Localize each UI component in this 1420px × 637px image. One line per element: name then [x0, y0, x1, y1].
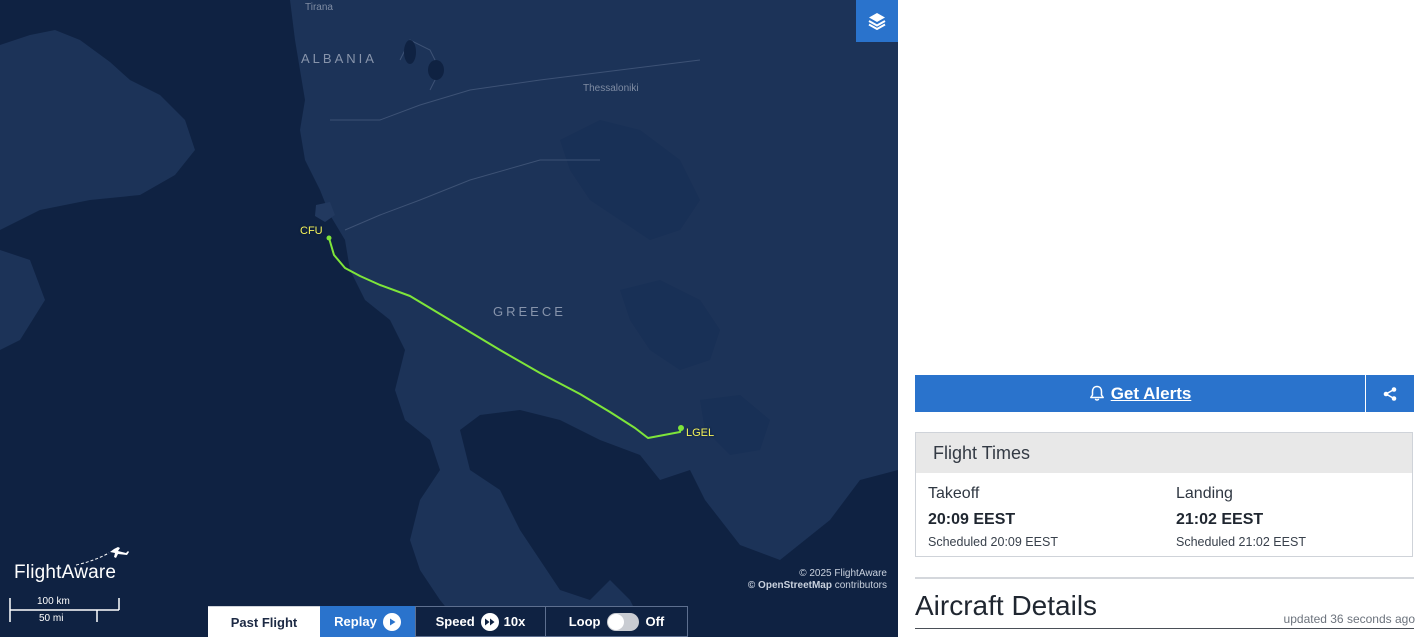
loop-label: Loop — [568, 614, 601, 629]
past-flight-tab[interactable]: Past Flight — [208, 606, 320, 637]
flightaware-logo: FlightAware — [14, 545, 134, 585]
flight-map[interactable]: Tirana ALBANIA Thessaloniki GREECE CFU L… — [0, 0, 898, 637]
loop-toggle[interactable] — [607, 612, 640, 631]
scale-km-label: 100 km — [37, 596, 70, 607]
landing-time: 21:02 EEST — [1176, 511, 1264, 528]
fast-forward-icon — [480, 612, 499, 631]
takeoff-time: 20:09 EEST — [928, 511, 1016, 528]
map-layers-button[interactable] — [856, 0, 898, 42]
landing-label: Landing — [1176, 485, 1233, 502]
speed-label: Speed — [435, 614, 475, 629]
play-icon — [382, 612, 401, 631]
playback-controls: Past Flight Replay Speed 10x Loop Off — [208, 606, 688, 637]
attribution-contributors: contributors — [831, 580, 887, 591]
layers-icon — [868, 13, 886, 30]
landing-column: Landing 21:02 EEST Scheduled 21:02 EEST — [1176, 485, 1306, 549]
origin-airport-label: CFU — [300, 225, 323, 237]
speed-value: 10x — [503, 614, 526, 629]
share-icon — [1383, 386, 1397, 401]
map-scale: 100 km 50 mi — [9, 596, 121, 624]
updated-timestamp: updated 36 seconds ago — [1283, 612, 1415, 626]
section-divider — [915, 577, 1414, 579]
get-alerts-label: Get Alerts — [1110, 383, 1192, 403]
landing-scheduled: Scheduled 21:02 EEST — [1176, 535, 1306, 549]
loop-value: Off — [645, 614, 665, 629]
map-attribution: © 2025 FlightAware © OpenStreetMap contr… — [748, 568, 887, 592]
past-flight-label: Past Flight — [230, 614, 298, 630]
get-alerts-button[interactable]: Get Alerts — [915, 375, 1365, 412]
takeoff-column: Takeoff 20:09 EEST Scheduled 20:09 EEST — [928, 485, 1058, 549]
speed-control[interactable]: Speed 10x — [415, 606, 546, 637]
bell-icon — [1089, 385, 1104, 401]
origin-marker — [326, 235, 332, 241]
attribution-flightaware: © 2025 FlightAware — [799, 568, 887, 579]
replay-label: Replay — [334, 614, 377, 629]
alerts-bar: Get Alerts — [915, 375, 1414, 412]
loop-control[interactable]: Loop Off — [546, 606, 688, 637]
share-button[interactable] — [1366, 375, 1414, 412]
flight-times-title: Flight Times — [916, 433, 1412, 473]
scale-mi-label: 50 mi — [39, 613, 64, 624]
map-basemap — [0, 0, 898, 637]
destination-airport-label: LGEL — [686, 427, 715, 439]
takeoff-scheduled: Scheduled 20:09 EEST — [928, 535, 1058, 549]
destination-marker — [678, 425, 684, 431]
replay-button[interactable]: Replay — [320, 606, 415, 637]
attribution-osm-link[interactable]: © OpenStreetMap — [748, 580, 832, 591]
flight-details-panel: Get Alerts Flight Times Takeoff 20:09 EE… — [898, 0, 1420, 637]
logo-wordmark: FlightAware — [14, 562, 117, 583]
takeoff-label: Takeoff — [928, 485, 980, 502]
flight-times-card: Flight Times Takeoff 20:09 EEST Schedule… — [915, 432, 1413, 557]
aircraft-details-rule — [915, 628, 1414, 629]
aircraft-details-title: Aircraft Details — [915, 590, 1098, 621]
